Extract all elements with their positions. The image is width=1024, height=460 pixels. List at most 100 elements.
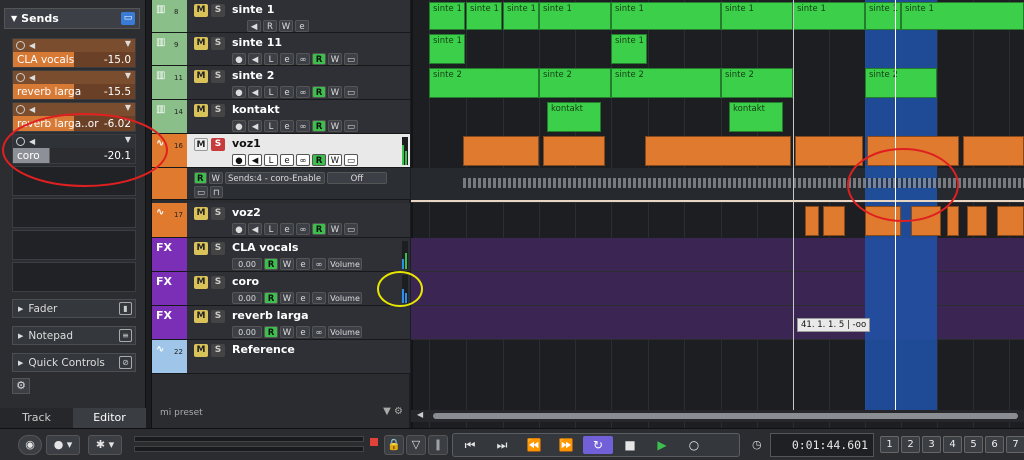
monitor-button[interactable]: ◀ — [248, 223, 262, 235]
monitor-button[interactable]: ◀ — [248, 86, 262, 98]
link-button[interactable]: ∞ — [296, 86, 310, 98]
automation-line[interactable] — [411, 200, 1024, 202]
send-value[interactable]: -6.02 — [104, 118, 131, 130]
automation-value[interactable]: Off — [326, 172, 387, 184]
lanes-button[interactable]: ▭ — [344, 154, 358, 166]
speaker-icon[interactable]: ◀ — [29, 73, 35, 82]
solo-button[interactable]: S — [211, 138, 225, 151]
mute-automation-button[interactable]: ▭ — [194, 186, 209, 198]
midi-event[interactable]: sinte 2 — [539, 68, 611, 98]
send-slot-5[interactable] — [12, 166, 136, 196]
rewind-button[interactable]: ⏪ — [519, 436, 549, 454]
solo-button[interactable]: S — [211, 242, 225, 255]
cycle-button[interactable]: ↻ — [583, 436, 613, 454]
edit-button[interactable]: e — [296, 258, 310, 270]
send-slot-3[interactable]: ◀ ▼ reverb larga..or -6.02 — [12, 102, 136, 132]
link-button[interactable]: ∞ — [296, 120, 310, 132]
mute-button[interactable]: M — [194, 207, 208, 220]
track-name[interactable]: kontakt — [232, 103, 280, 116]
mute-button[interactable]: M — [194, 276, 208, 289]
project-cursor[interactable] — [793, 0, 794, 410]
track-voz1[interactable]: ∿ 16 M S voz1 ● ◀ Le ∞ R W ▭ — [152, 134, 410, 168]
solo-button[interactable]: S — [211, 104, 225, 117]
speaker-icon[interactable]: ◀ — [29, 105, 35, 114]
read-button[interactable]: R — [264, 292, 278, 304]
track-name[interactable]: voz2 — [232, 206, 261, 219]
record-enable-button[interactable]: ● — [232, 154, 246, 166]
power-icon[interactable] — [16, 41, 25, 50]
record-enable-button[interactable]: ● — [232, 53, 246, 65]
scroll-thumb[interactable] — [433, 413, 1018, 419]
notepad-icon[interactable]: ≡ — [119, 329, 132, 342]
audio-engine-icon[interactable]: ◉ — [18, 435, 42, 455]
edit-button[interactable]: e — [295, 20, 309, 32]
midi-event[interactable]: kontakt — [729, 102, 783, 132]
automation-param[interactable]: Volume — [328, 258, 362, 270]
quick-controls-section[interactable]: ▶ Quick Controls ⊘ — [12, 353, 136, 372]
track-kontakt[interactable]: ▥ 14 M S kontakt ● ◀ Le ∞ R W ▭ — [152, 100, 410, 134]
gear-icon[interactable]: ⚙ — [12, 378, 30, 394]
power-icon[interactable] — [16, 105, 25, 114]
mute-button[interactable]: M — [194, 104, 208, 117]
read-button[interactable]: R — [312, 154, 326, 166]
edit-button[interactable]: e — [280, 120, 294, 132]
read-button[interactable]: R — [264, 258, 278, 270]
midi-event[interactable]: sinte 1 — [429, 2, 465, 30]
mute-button[interactable]: M — [194, 310, 208, 323]
read-button[interactable]: R — [312, 53, 326, 65]
link-button[interactable]: ∞ — [296, 53, 310, 65]
chevron-down-icon[interactable]: ▼ — [125, 103, 131, 112]
marker-6-button[interactable]: 6 — [985, 436, 1004, 453]
volume-value[interactable]: 0.00 — [232, 326, 262, 338]
mute-button[interactable]: M — [194, 4, 208, 17]
record-enable-button[interactable]: ● — [232, 86, 246, 98]
tab-editor[interactable]: Editor — [73, 408, 146, 428]
power-icon[interactable] — [16, 73, 25, 82]
record-enable-button[interactable]: ● — [232, 120, 246, 132]
solo-button[interactable]: S — [211, 276, 225, 289]
write-button[interactable]: W — [328, 86, 342, 98]
solo-button[interactable]: S — [211, 4, 225, 17]
track-sinte-2[interactable]: ▥ 11 M S sinte 2 ● ◀ Le ∞ R W ▭ — [152, 66, 410, 100]
track-name[interactable]: sinte 1 — [232, 3, 274, 16]
send-slot-6[interactable] — [12, 198, 136, 228]
audio-event[interactable] — [645, 136, 791, 166]
write-button[interactable]: W — [280, 292, 294, 304]
track-voz2[interactable]: ∿ 17 M S voz2 ● ◀ Le ∞ R W ▭ — [152, 203, 410, 238]
audio-event[interactable] — [823, 206, 845, 236]
automation-lane-coro-enable[interactable]: R W Sends:4 - coro-Enable Off ▭ ⊓ — [152, 168, 410, 200]
lanes-button[interactable]: ▭ — [344, 120, 358, 132]
solo-button[interactable]: S — [211, 310, 225, 323]
midi-event[interactable]: sinte 1 — [429, 34, 465, 64]
lock-button[interactable]: L — [264, 120, 278, 132]
mute-button[interactable]: M — [194, 242, 208, 255]
zoom-icon[interactable]: ∥ — [428, 435, 448, 455]
marker-7-button[interactable]: 7 — [1006, 436, 1024, 453]
marker-5-button[interactable]: 5 — [964, 436, 983, 453]
mute-button[interactable]: M — [194, 37, 208, 50]
midi-event[interactable]: sinte 1 — [721, 2, 793, 30]
send-slot-1[interactable]: ◀ ▼ CLA vocals -15.0 — [12, 38, 136, 68]
edit-button[interactable]: e — [280, 86, 294, 98]
lock-icon[interactable]: 🔒 — [384, 435, 404, 455]
link-button[interactable]: ∞ — [296, 154, 310, 166]
edit-button[interactable]: e — [280, 223, 294, 235]
audio-event[interactable] — [867, 136, 959, 166]
snap-icon[interactable]: ▽ — [406, 435, 426, 455]
link-button[interactable]: ∞ — [296, 223, 310, 235]
lanes-button[interactable]: ▭ — [344, 53, 358, 65]
track-name[interactable]: reverb larga — [232, 309, 309, 322]
midi-input-button[interactable]: ✱ ▾ — [88, 435, 122, 455]
lanes-button[interactable]: ▭ — [344, 86, 358, 98]
mute-button[interactable]: M — [194, 344, 208, 357]
tab-track[interactable]: Track — [0, 408, 73, 428]
fader-section[interactable]: ▶ Fader ▮ — [12, 299, 136, 318]
marker-2-button[interactable]: 2 — [901, 436, 920, 453]
track-name[interactable]: sinte 2 — [232, 69, 274, 82]
mute-button[interactable]: M — [194, 70, 208, 83]
record-mode-button[interactable]: ● ▾ — [46, 435, 80, 455]
read-button[interactable]: R — [312, 223, 326, 235]
lock-button[interactable]: L — [264, 86, 278, 98]
read-button[interactable]: R — [312, 120, 326, 132]
power-icon[interactable] — [16, 137, 25, 146]
